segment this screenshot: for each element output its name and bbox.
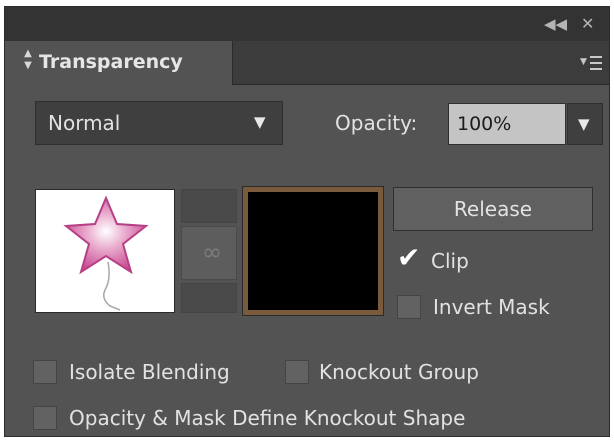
opacity-label: Opacity: (335, 111, 418, 135)
link-slot-bottom (181, 283, 237, 313)
link-slot-top (181, 189, 237, 223)
clip-label: Clip (431, 249, 469, 273)
link-mask-button[interactable]: ∞ (181, 226, 237, 280)
isolate-blending-checkbox[interactable] (33, 360, 57, 384)
invert-mask-label: Invert Mask (433, 295, 550, 319)
opacity-value: 100% (457, 113, 512, 135)
panel-menu-icon[interactable]: ▼ (580, 53, 604, 73)
tab-label: Transparency (39, 51, 183, 73)
close-icon[interactable]: ✕ (581, 15, 594, 33)
checkmark-icon[interactable]: ✔ (397, 243, 420, 273)
opacity-input[interactable]: 100% (448, 103, 566, 145)
define-knockout-shape-checkbox[interactable] (33, 406, 57, 430)
knockout-group-checkbox[interactable] (285, 360, 309, 384)
define-knockout-shape-label: Opacity & Mask Define Knockout Shape (69, 406, 466, 430)
panel-title-strip: ◀◀ ✕ (5, 7, 609, 41)
chevron-down-icon: ▼ (578, 115, 590, 133)
chain-link-icon: ∞ (202, 238, 222, 266)
chevron-down-icon: ▼ (254, 113, 266, 131)
artwork-thumbnail[interactable] (35, 189, 175, 313)
tab-transparency[interactable]: ▲ ▼ Transparency (5, 41, 233, 85)
isolate-blending-label: Isolate Blending (69, 360, 230, 384)
release-button[interactable]: Release (393, 187, 593, 231)
tab-bar: ▲ ▼ Transparency ▼ (5, 41, 609, 85)
opacity-dropdown-button[interactable]: ▼ (567, 103, 603, 145)
blend-mode-value: Normal (48, 111, 121, 135)
knockout-group-label: Knockout Group (319, 360, 479, 384)
expand-collapse-arrows-icon[interactable]: ▲ ▼ (21, 48, 35, 78)
double-chevron-left-icon[interactable]: ◀◀ (544, 15, 567, 33)
invert-mask-checkbox[interactable] (397, 295, 421, 319)
pink-star-balloon-icon (36, 190, 174, 312)
transparency-panel: ◀◀ ✕ ▲ ▼ Transparency ▼ Normal ▼ Opacity:… (4, 6, 610, 437)
mask-thumbnail[interactable] (243, 187, 383, 315)
blend-mode-dropdown[interactable]: Normal ▼ (35, 101, 283, 145)
